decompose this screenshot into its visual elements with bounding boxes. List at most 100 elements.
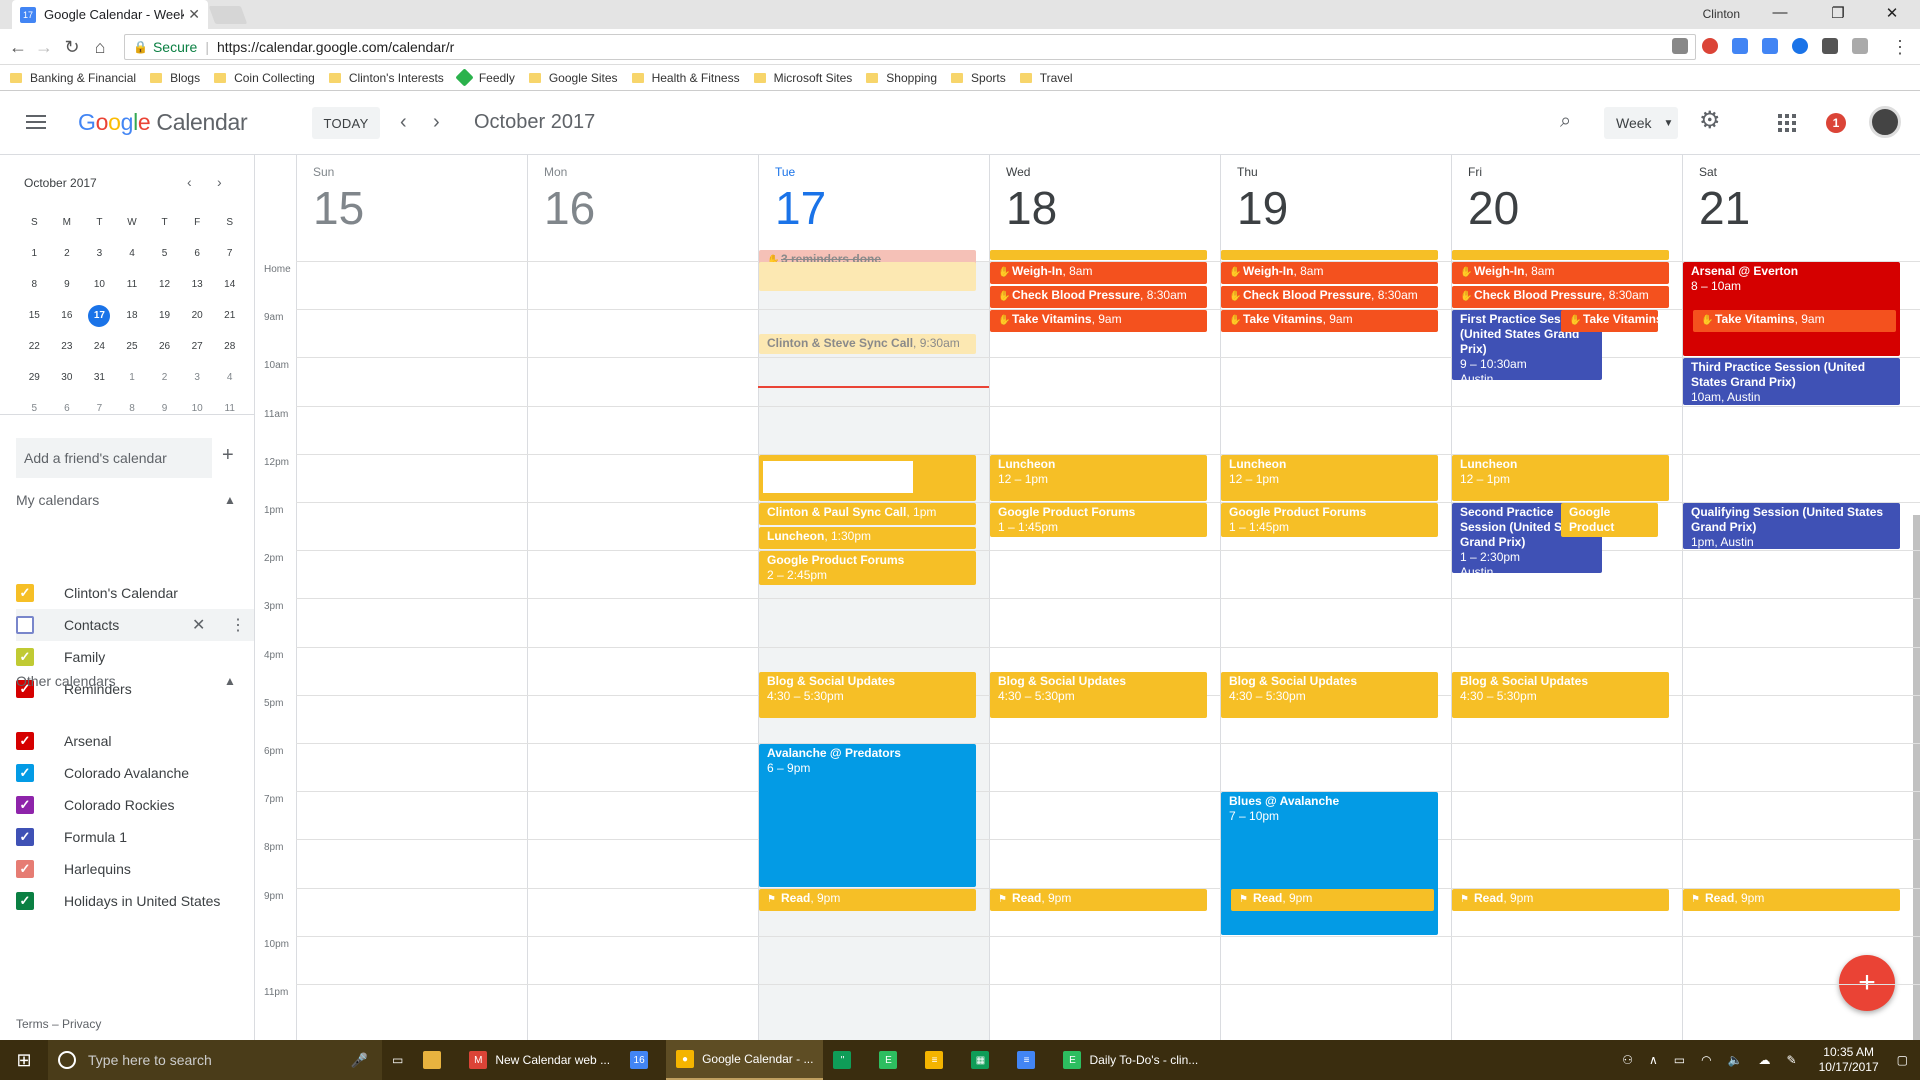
new-tab-button[interactable] bbox=[208, 6, 248, 24]
calendar-event[interactable]: ✋Take Vitamins, 9am bbox=[1561, 310, 1658, 333]
day-number[interactable]: 18 bbox=[1006, 181, 1057, 235]
calendar-event[interactable]: ⚑ Read, 9pm bbox=[1231, 888, 1434, 911]
taskbar-app[interactable]: ▦ bbox=[961, 1040, 1007, 1080]
taskbar-app[interactable]: 16 bbox=[620, 1040, 666, 1080]
minimonth-day[interactable]: 9 bbox=[51, 269, 84, 300]
day-number[interactable]: 16 bbox=[544, 181, 595, 235]
calendar-list-item[interactable]: ✓ Colorado Avalanche bbox=[16, 757, 254, 789]
collapse-other-calendars-icon[interactable]: ▲ bbox=[224, 674, 236, 688]
day-number[interactable]: 15 bbox=[313, 181, 364, 235]
profile-name[interactable]: Clinton bbox=[1703, 7, 1740, 21]
calendar-event[interactable]: Google Product Forums 2 – 2:45pm bbox=[759, 551, 976, 586]
minimonth-day[interactable]: 30 bbox=[51, 362, 84, 393]
volume-icon[interactable]: 🔈 bbox=[1728, 1053, 1743, 1067]
minimonth-day[interactable]: 12 bbox=[148, 269, 181, 300]
reload-icon[interactable]: ↻ bbox=[60, 37, 84, 58]
day-column[interactable] bbox=[758, 261, 989, 1040]
minimonth-day[interactable]: 24 bbox=[83, 331, 116, 362]
calendar-event[interactable]: ✋Take Vitamins, 9am bbox=[1693, 310, 1896, 333]
calendar-list-item[interactable]: ✓ Family bbox=[16, 641, 254, 673]
clock[interactable]: 10:35 AM 10/17/2017 bbox=[1819, 1045, 1879, 1075]
evernote-extension-icon[interactable] bbox=[1822, 38, 1838, 54]
action-center-icon[interactable]: ▢ bbox=[1897, 1053, 1908, 1067]
calendar-event[interactable]: Clinton & Steve Sync Call, 9:30am bbox=[759, 334, 976, 354]
day-column[interactable] bbox=[527, 261, 758, 1040]
day-header-tue[interactable]: Tue 17 bbox=[758, 155, 989, 261]
calendar-checkbox[interactable]: ✓ bbox=[16, 648, 34, 666]
calendar-event[interactable]: ✋ Weigh-In, 8am bbox=[990, 262, 1207, 285]
day-number[interactable]: 21 bbox=[1699, 181, 1750, 235]
minimonth-day[interactable]: 3 bbox=[83, 238, 116, 269]
search-icon[interactable]: ⌕ bbox=[1560, 110, 1571, 133]
bookmark-item[interactable]: Blogs bbox=[150, 71, 200, 85]
taskbar-app[interactable]: ≡ bbox=[915, 1040, 961, 1080]
account-avatar[interactable] bbox=[1869, 106, 1901, 138]
extension-icon[interactable] bbox=[1852, 38, 1868, 54]
chrome-menu-icon[interactable]: ⋮ bbox=[1888, 37, 1912, 58]
taskbar-app[interactable]: E Daily To-Do's - clin... bbox=[1053, 1040, 1208, 1080]
minimonth-day[interactable]: 20 bbox=[181, 300, 214, 331]
calendar-event[interactable]: ⚑ Read, 9pm bbox=[990, 888, 1207, 911]
calendar-event[interactable]: Blues @ Avalanche 7 – 10pm bbox=[1221, 792, 1438, 935]
minimonth-day[interactable]: 11 bbox=[213, 393, 246, 424]
taskbar-app[interactable]: ● Google Calendar - ... bbox=[666, 1040, 824, 1080]
next-week-icon[interactable]: › bbox=[433, 111, 440, 134]
battery-icon[interactable]: ▭ bbox=[1674, 1053, 1685, 1067]
bookmark-item[interactable]: Coin Collecting bbox=[214, 71, 315, 85]
calendar-event[interactable]: Google Product Forums1 – 1:45pm bbox=[990, 503, 1207, 538]
close-tab-icon[interactable]: ✕ bbox=[188, 6, 200, 23]
minimonth-day[interactable]: 10 bbox=[83, 269, 116, 300]
calendar-list-item[interactable]: ✓ Clinton's Calendar bbox=[16, 577, 254, 609]
minimonth-day[interactable]: 3 bbox=[181, 362, 214, 393]
calendar-event[interactable]: Luncheon, 1:30pm bbox=[759, 527, 976, 550]
calendar-event[interactable]: Blog & Social Updates 4:30 – 5:30pm bbox=[990, 671, 1207, 718]
settings-gear-icon[interactable]: ⚙ bbox=[1699, 106, 1721, 135]
calendar-event[interactable]: Google Product Forums1 – 1:45pm bbox=[1561, 503, 1658, 538]
notification-badge[interactable]: 1 bbox=[1826, 113, 1846, 133]
add-friend-calendar-input[interactable]: Add a friend's calendar bbox=[16, 438, 212, 478]
calendar-event[interactable]: Blog & Social Updates 4:30 – 5:30pm bbox=[759, 671, 976, 718]
calendar-event[interactable]: Google Product Forums1 – 1:45pm bbox=[1221, 503, 1438, 538]
add-calendar-plus-icon[interactable]: + bbox=[222, 444, 234, 467]
pen-icon[interactable]: ✎ bbox=[1787, 1053, 1797, 1067]
bookmark-item[interactable]: Microsoft Sites bbox=[753, 71, 852, 85]
translate-icon[interactable] bbox=[1762, 38, 1778, 54]
minimonth-day[interactable]: 4 bbox=[213, 362, 246, 393]
today-button[interactable]: TODAY bbox=[312, 107, 380, 139]
task-view-icon[interactable]: ▭ bbox=[382, 1040, 413, 1080]
minimonth-day[interactable]: 7 bbox=[213, 238, 246, 269]
calendar-list-item[interactable]: ✓ Harlequins bbox=[16, 853, 254, 885]
calendar-event[interactable]: ⚑ Read, 9pm bbox=[1452, 888, 1669, 911]
day-number[interactable]: 19 bbox=[1237, 181, 1288, 235]
address-bar[interactable]: 🔒 Secure | https://calendar.google.com/c… bbox=[124, 34, 1696, 60]
wifi-icon[interactable]: ◠ bbox=[1701, 1053, 1711, 1067]
minimonth-day[interactable]: 28 bbox=[213, 331, 246, 362]
view-selector[interactable]: Week ▼ bbox=[1604, 107, 1678, 139]
microphone-icon[interactable]: 🎤 bbox=[351, 1052, 368, 1069]
forward-icon[interactable]: → bbox=[32, 37, 56, 58]
minimonth-day[interactable]: 7 bbox=[83, 393, 116, 424]
calendar-event[interactable] bbox=[759, 454, 976, 501]
calendar-event[interactable]: ✋Take Vitamins, 9am bbox=[1221, 310, 1438, 333]
minimonth-day[interactable]: 29 bbox=[18, 362, 51, 393]
minimonth-day[interactable]: 14 bbox=[213, 269, 246, 300]
windows-start-icon[interactable]: ⊞ bbox=[0, 1040, 48, 1080]
day-number[interactable]: 17 bbox=[775, 181, 826, 235]
day-header-mon[interactable]: Mon 16 bbox=[527, 155, 758, 261]
calendar-event[interactable]: ⚑ Read, 9pm bbox=[1683, 888, 1900, 911]
minimonth-day[interactable]: 1 bbox=[18, 238, 51, 269]
browser-tab[interactable]: 17 Google Calendar - Week ✕ bbox=[12, 0, 208, 29]
calendar-event[interactable]: Luncheon 12 – 1pm bbox=[990, 454, 1207, 501]
calendar-event[interactable]: ✋ Check Blood Pressure, 8:30am bbox=[990, 286, 1207, 309]
calendar-checkbox[interactable]: ✓ bbox=[16, 828, 34, 846]
minimonth-day[interactable]: 27 bbox=[181, 331, 214, 362]
calendar-event[interactable]: Luncheon 12 – 1pm bbox=[1452, 454, 1669, 501]
apps-grid-icon[interactable] bbox=[1778, 114, 1796, 132]
calendar-event[interactable]: Qualifying Session (United States Grand … bbox=[1683, 503, 1900, 550]
minimonth-prev-icon[interactable]: ‹ bbox=[187, 174, 192, 190]
minimonth-day[interactable]: 9 bbox=[148, 393, 181, 424]
extension-icon[interactable] bbox=[1792, 38, 1808, 54]
calendar-list-item[interactable]: Contacts ✕ ⋮ bbox=[16, 609, 254, 641]
google-calendar-logo[interactable]: Google Calendar bbox=[78, 109, 248, 136]
calendar-event[interactable]: Blog & Social Updates 4:30 – 5:30pm bbox=[1452, 671, 1669, 718]
